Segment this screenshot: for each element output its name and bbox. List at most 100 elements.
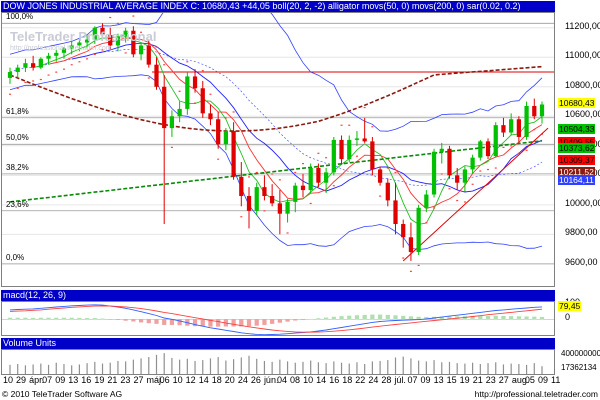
macd-plot-area[interactable]: [1, 301, 555, 336]
volume-bar: [40, 363, 42, 374]
macd-histogram-bar: [123, 319, 128, 321]
candle-body: [316, 167, 321, 183]
candle: [270, 184, 275, 207]
candle: [516, 116, 521, 143]
macd-histogram-bar: [162, 319, 167, 325]
sar-dot: [363, 106, 366, 109]
candle-body: [177, 108, 182, 117]
sar-dot: [201, 70, 204, 72]
price-tick-label: 10000,00: [565, 197, 600, 208]
volume-bar: [32, 364, 34, 374]
volume-bar: [163, 353, 165, 374]
macd-histogram-bar: [293, 319, 298, 321]
volume-bar: [472, 362, 474, 374]
macd-histogram-bar: [331, 316, 336, 320]
candle-body: [516, 119, 521, 137]
candle-body: [192, 76, 198, 89]
volume-bar: [487, 363, 489, 374]
sar-dot: [39, 78, 42, 81]
macd-histogram-bar: [131, 319, 136, 322]
date-tick-label: 18: [211, 375, 222, 385]
macd-histogram-bar: [138, 319, 144, 323]
volume-bar: [202, 360, 204, 374]
watermark-title: TeleTrader Professional: [10, 29, 157, 44]
sar-dot: [132, 15, 135, 17]
sar-dot: [78, 61, 81, 63]
ma200-line: [9, 140, 543, 203]
candle: [300, 173, 306, 198]
volume-bar: [248, 355, 250, 374]
volume-bar: [17, 364, 19, 374]
sar-dot: [463, 201, 466, 203]
volume-bar: [310, 360, 312, 374]
date-tick-label: 13: [433, 375, 444, 385]
volume-bar: [256, 358, 258, 374]
volume-bar: [495, 362, 497, 374]
main-plot-area[interactable]: TeleTrader Professional http://professio…: [1, 12, 555, 287]
volume-bar: [217, 357, 219, 374]
candle-body: [354, 138, 360, 140]
candle-body: [31, 63, 36, 68]
sar-dot: [379, 195, 382, 197]
macd-histogram-bar: [108, 319, 113, 320]
date-tick-label: 13: [68, 375, 79, 385]
candle-body: [185, 76, 190, 109]
sar-dot: [170, 146, 173, 148]
alligator-lips: [32, 34, 543, 225]
volume-bar: [533, 363, 535, 374]
macd-histogram-bar: [516, 316, 521, 320]
date-tick-label: 23: [485, 375, 496, 385]
candle: [192, 69, 198, 93]
sar-dot: [116, 22, 119, 25]
sar-dot: [294, 171, 297, 174]
chart-window: DOW JONES INDUSTRIAL AVERAGE INDEX C: 10…: [0, 0, 600, 400]
date-tick-label: 22: [355, 375, 366, 385]
sar-dot: [255, 171, 258, 174]
candle: [377, 166, 383, 186]
macd-histogram-bar: [23, 317, 28, 320]
candle: [393, 182, 398, 235]
macd-histogram-bar: [478, 315, 483, 320]
candle: [169, 110, 175, 137]
volume-bar: [78, 364, 80, 374]
volume-bar: [125, 361, 127, 374]
main-chart-svg: [2, 13, 554, 272]
candle-body: [339, 139, 344, 160]
macd-histogram-bar: [300, 319, 306, 320]
candle-body: [146, 45, 151, 65]
volume-bar: [464, 363, 466, 374]
date-tick-label: 28: [381, 375, 392, 385]
volume-bar: [294, 362, 296, 374]
candle: [532, 98, 537, 120]
price-tick-label: 9800,00: [565, 227, 598, 238]
candle: [385, 178, 390, 207]
macd-histogram-bar: [323, 317, 329, 320]
sar-dot: [271, 173, 274, 175]
macd-histogram-bar: [393, 315, 398, 320]
volume-plot-area[interactable]: [1, 349, 555, 375]
candle-body: [138, 45, 144, 55]
volume-bar: [63, 364, 65, 374]
sar-dot: [448, 188, 451, 190]
volume-bar: [47, 364, 50, 374]
volume-bar: [263, 360, 266, 374]
price-tag: 10373,62: [558, 142, 596, 153]
volume-bar: [209, 358, 212, 374]
candle: [347, 135, 352, 163]
volume-bar: [410, 358, 412, 374]
candle: [31, 55, 36, 71]
volume-bar: [502, 364, 505, 374]
macd-histogram-bar: [354, 315, 360, 320]
price-tag: 10309,37: [558, 154, 596, 165]
macd-histogram-bar: [316, 318, 321, 320]
candle-body: [393, 200, 398, 225]
macd-histogram-bar: [308, 318, 313, 320]
volume-bar: [9, 364, 11, 374]
macd-histogram-bar: [69, 317, 74, 320]
candle-body: [485, 141, 491, 157]
sar-dot: [348, 124, 351, 126]
fib-label: 0,0%: [6, 252, 25, 262]
macd-histogram-bar: [370, 314, 375, 320]
candle: [15, 64, 20, 78]
candle: [293, 182, 298, 213]
